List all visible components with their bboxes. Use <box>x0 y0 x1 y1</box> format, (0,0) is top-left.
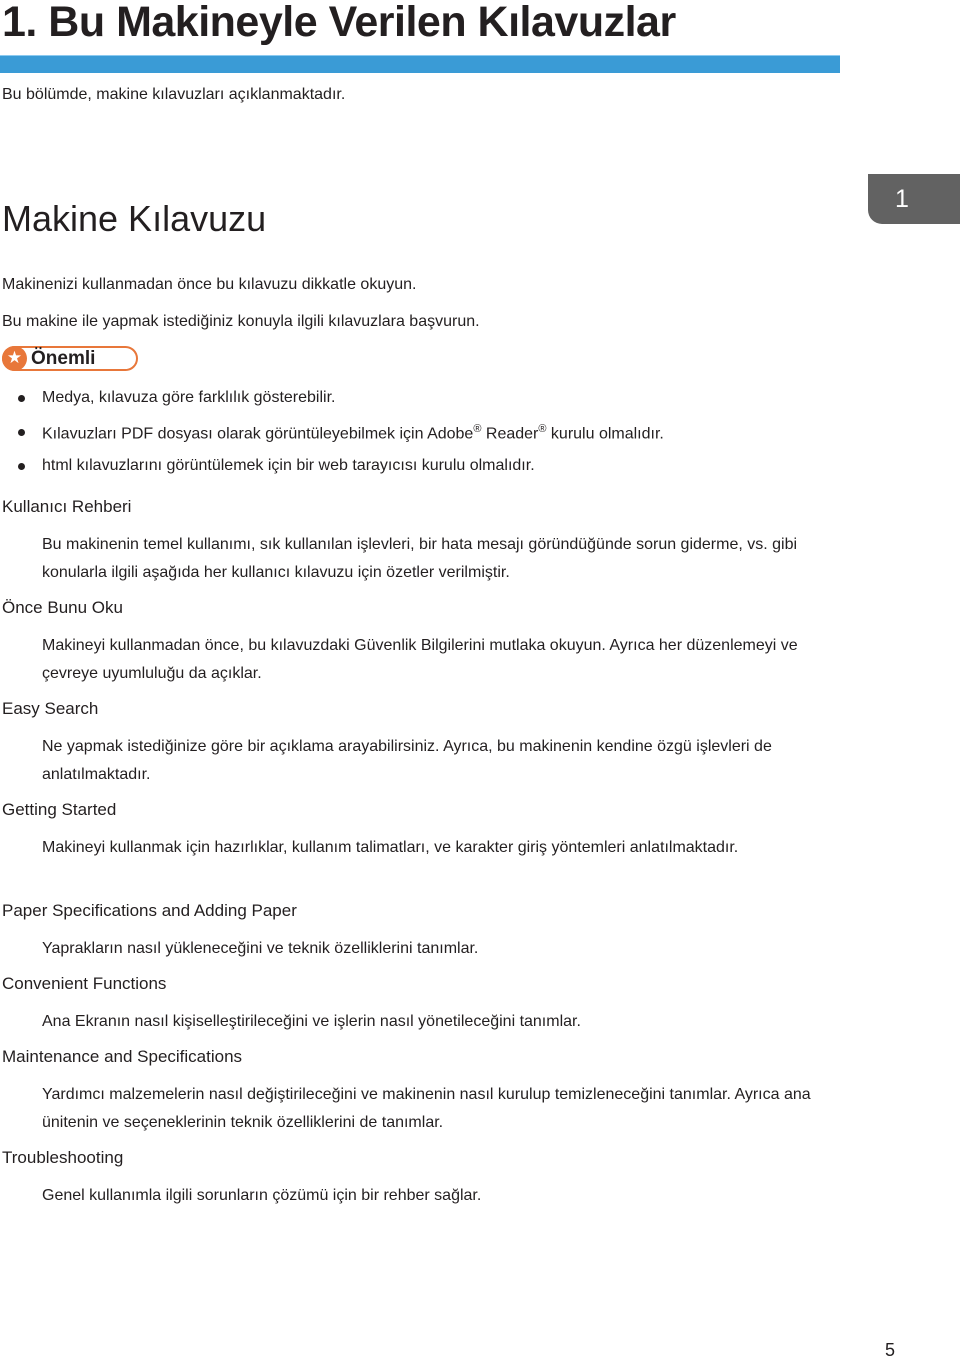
section-title: Makine Kılavuzu <box>2 198 267 239</box>
chapter-title: 1. Bu Makineyle Verilen Kılavuzlar <box>2 0 676 46</box>
manual-term: Convenient Functions <box>2 974 167 993</box>
manual-description: Yaprakların nasıl yükleneceğini ve tekni… <box>42 940 479 957</box>
manual-term: Maintenance and Specifications <box>2 1047 243 1066</box>
important-list: Medya, kılavuza göre farklılık gösterebi… <box>0 389 664 491</box>
manual-term: Önce Bunu Oku <box>2 598 123 617</box>
bullet-icon <box>18 395 25 402</box>
important-badge: ★ Önemli <box>2 346 138 371</box>
important-label: Önemli <box>31 348 96 369</box>
manual-description: Yardımcı malzemelerin nasıl değiştirilec… <box>42 1086 811 1131</box>
page-number: 5 <box>885 1340 896 1360</box>
manual-term: Kullanıcı Rehberi <box>2 497 132 516</box>
manual-term: Paper Specifications and Adding Paper <box>2 901 297 920</box>
section-paragraph: Bu makine ile yapmak istediğiniz konuyla… <box>2 313 480 330</box>
list-item: Kılavuzları PDF dosyası olarak görüntüle… <box>0 423 664 457</box>
chapter-tab-number: 1 <box>895 184 909 213</box>
chapter-intro: Bu bölümde, makine kılavuzları açıklanma… <box>2 86 346 103</box>
manual-description: Makineyi kullanmadan önce, bu kılavuzdak… <box>42 637 798 682</box>
manual-term: Getting Started <box>2 800 117 819</box>
manual-term: Troubleshooting <box>2 1148 124 1167</box>
bullet-icon <box>18 429 25 436</box>
list-item: html kılavuzlarını görüntülemek için bir… <box>0 457 664 491</box>
title-underline-bar <box>0 55 840 73</box>
list-item: Medya, kılavuza göre farklılık gösterebi… <box>0 389 664 423</box>
manual-description: Ana Ekranın nasıl kişiselleştirileceğini… <box>42 1013 581 1030</box>
manual-description: Makineyi kullanmak için hazırlıklar, kul… <box>42 839 739 856</box>
star-icon: ★ <box>2 346 27 371</box>
chapter-tab: 1 <box>868 174 960 224</box>
manual-description: Bu makinenin temel kullanımı, sık kullan… <box>42 536 798 581</box>
manual-description: Ne yapmak istediğinize göre bir açıklama… <box>42 738 772 783</box>
manual-term: Easy Search <box>2 699 99 718</box>
manual-description: Genel kullanımla ilgili sorunların çözüm… <box>42 1187 482 1204</box>
section-paragraph: Makinenizi kullanmadan önce bu kılavuzu … <box>2 276 417 293</box>
bullet-icon <box>18 463 25 470</box>
